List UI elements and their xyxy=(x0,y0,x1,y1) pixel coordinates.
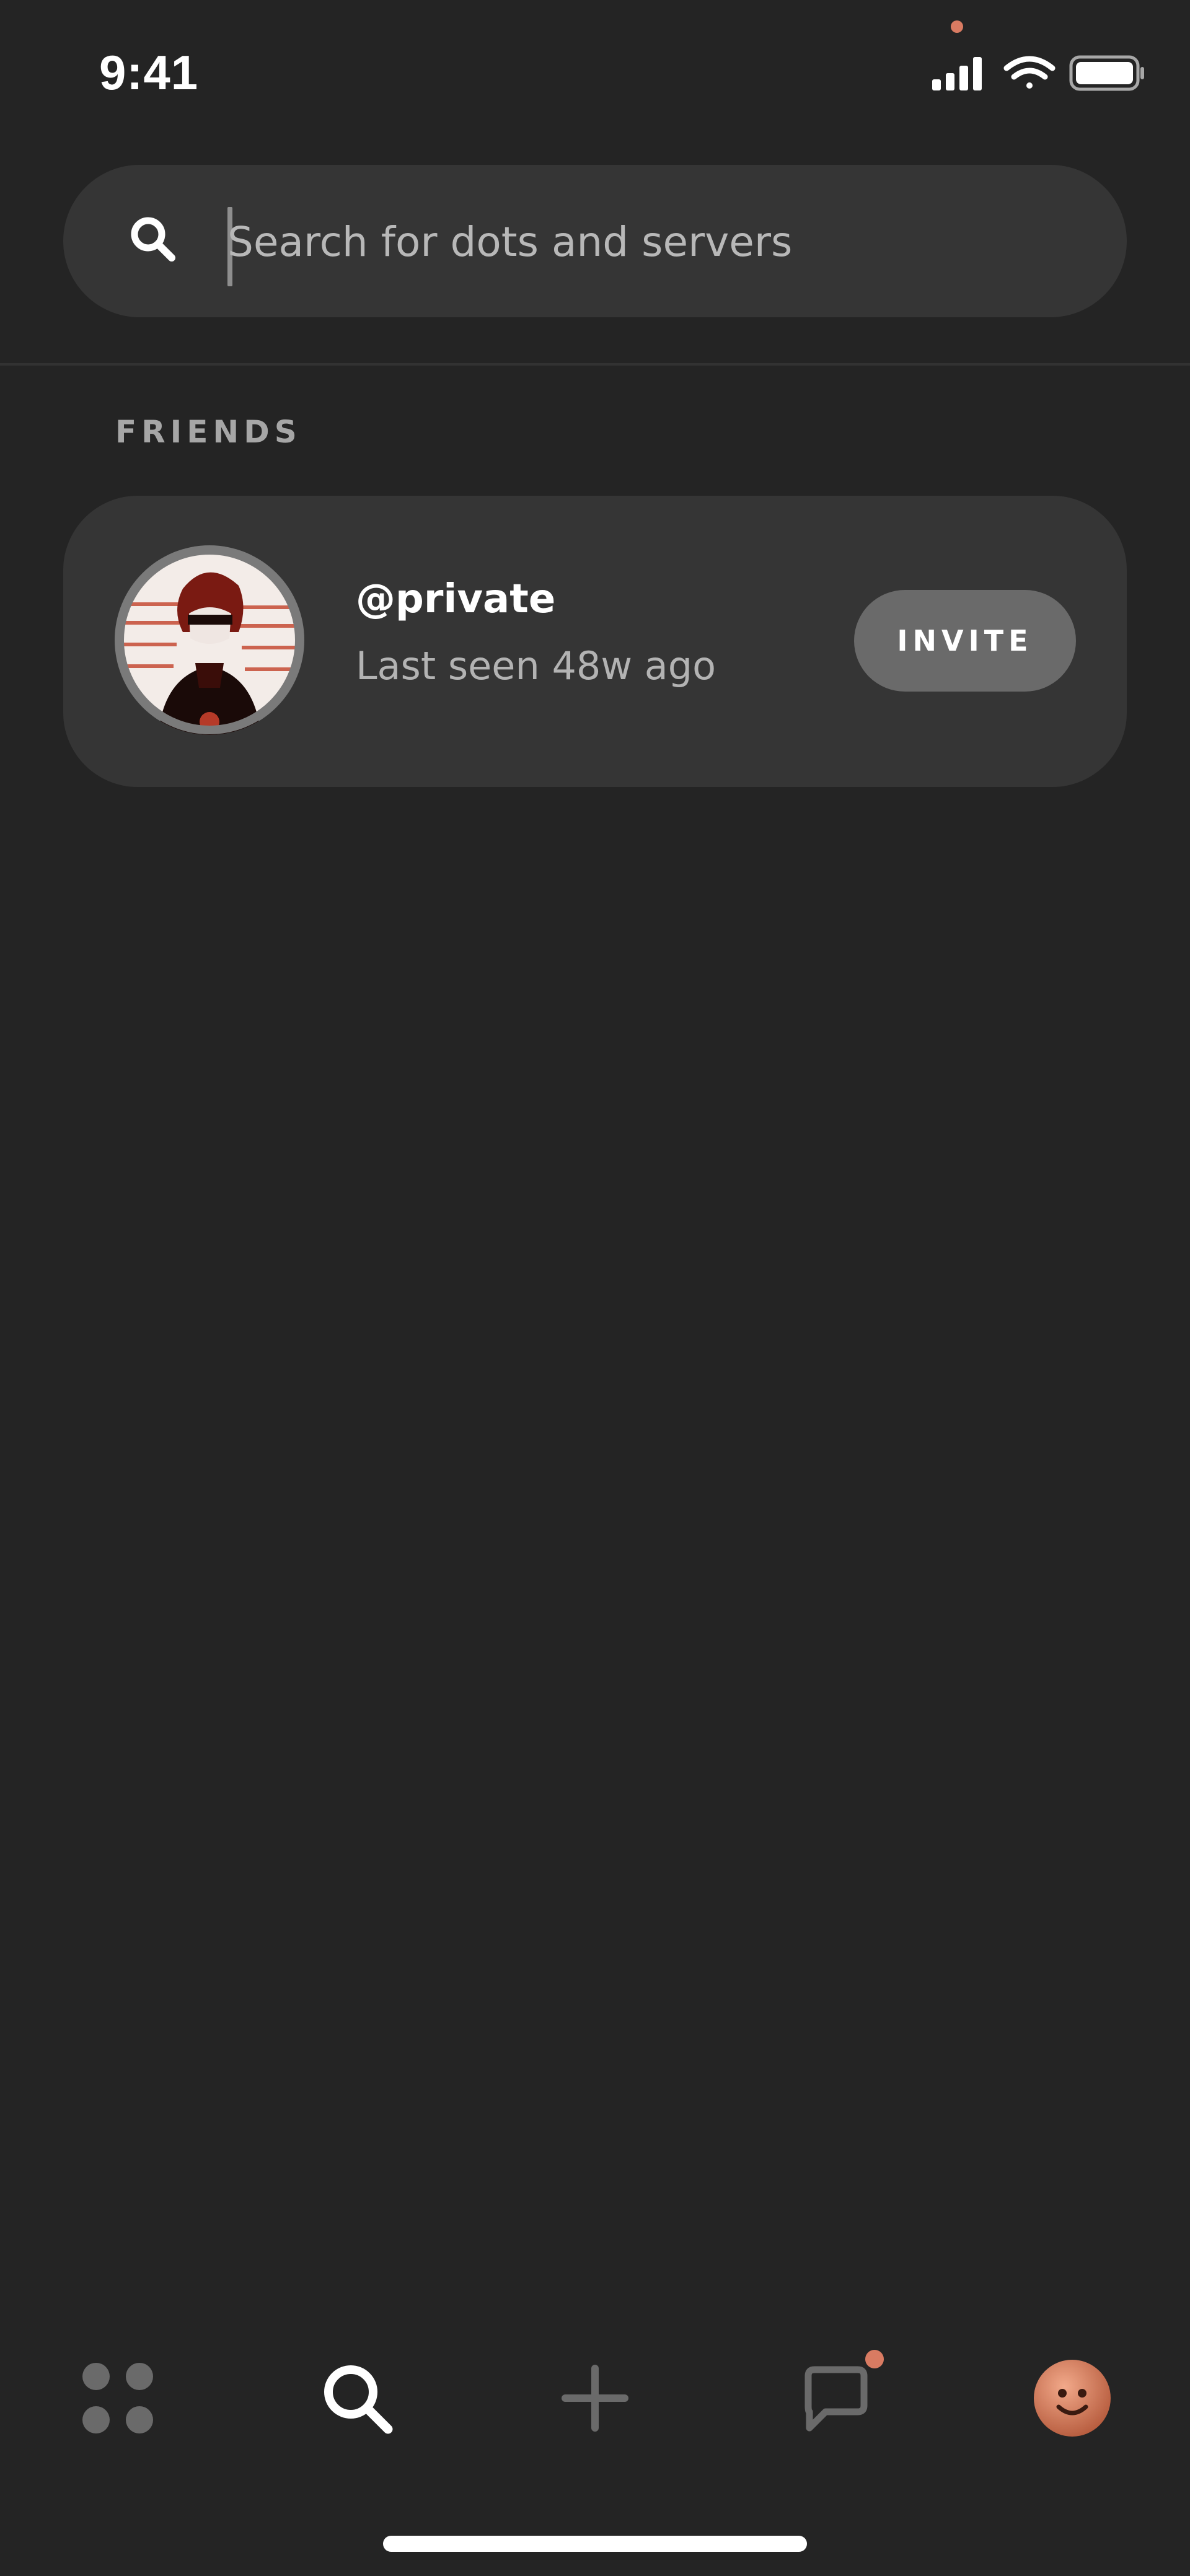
status-icons xyxy=(932,55,1144,91)
plus-icon[interactable] xyxy=(552,2355,638,2442)
friend-last-seen: Last seen 48w ago xyxy=(356,643,716,688)
grid-dots-icon[interactable] xyxy=(74,2355,161,2442)
friends-section-title: FRIENDS xyxy=(115,414,302,450)
avatar-image xyxy=(115,546,304,735)
tab-search-icon[interactable] xyxy=(314,2355,400,2442)
search-input[interactable] xyxy=(227,204,1083,279)
invite-button[interactable]: INVITE xyxy=(854,590,1076,692)
cellular-signal-icon xyxy=(932,57,982,90)
header-divider xyxy=(0,363,1190,366)
status-time: 9:41 xyxy=(99,45,199,100)
messages-badge xyxy=(865,2350,884,2368)
search-icon[interactable] xyxy=(128,214,178,264)
wifi-icon xyxy=(1003,56,1056,89)
battery-icon xyxy=(1069,55,1144,91)
profile-avatar-icon[interactable] xyxy=(1029,2355,1116,2442)
chat-bubble-icon[interactable] xyxy=(791,2355,878,2442)
app-screen: 9:41 FRIENDS xyxy=(0,0,1190,2576)
home-indicator[interactable] xyxy=(383,2536,807,2552)
friend-avatar[interactable] xyxy=(115,545,304,735)
status-notification-dot xyxy=(951,20,963,33)
friend-username: @private xyxy=(356,576,556,622)
